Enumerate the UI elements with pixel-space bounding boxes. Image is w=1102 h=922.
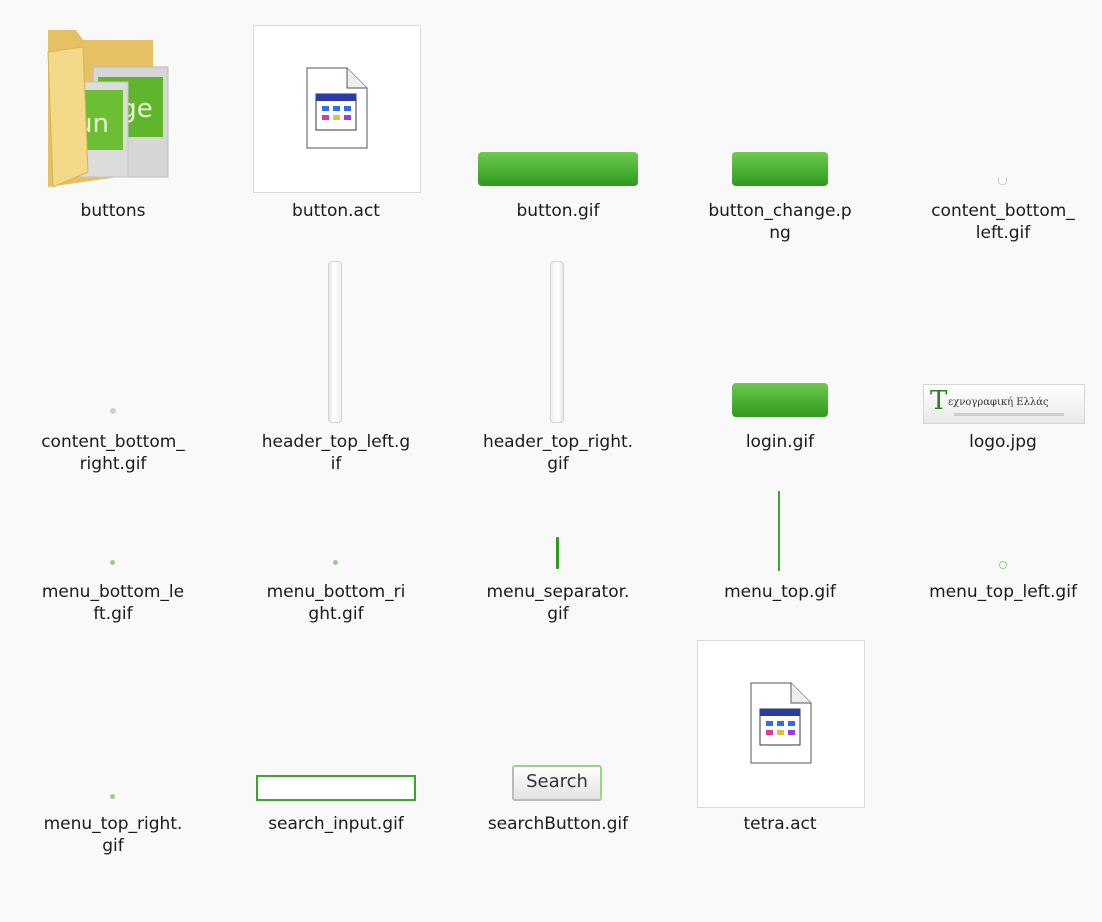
file-name-label: menu_bottom_ri ght.gif [256, 581, 416, 625]
file-name-line: button.gif [516, 201, 600, 221]
file-item-tetra-act[interactable]: tetra.act [680, 635, 880, 835]
search-input-thumbnail [256, 775, 416, 801]
generic-document-icon [306, 67, 368, 149]
file-item-menu-bottom-left[interactable]: menu_bottom_le ft.gif [13, 403, 213, 633]
green-line-thumbnail [556, 537, 559, 569]
corner-dot-thumbnail [333, 560, 338, 565]
file-item-search-button[interactable]: Search searchButton.gif [458, 635, 658, 835]
file-name-label: menu_top.gif [700, 581, 860, 603]
file-name-label: button_change.p ng [700, 200, 860, 244]
file-name-line: menu_bottom_le [41, 582, 185, 602]
file-name-line: buttons [80, 201, 146, 221]
green-button-thumbnail [732, 152, 828, 186]
file-name-line: menu_separator. [486, 582, 630, 602]
green-button-thumbnail [478, 152, 638, 186]
file-name-line: gif [547, 604, 569, 624]
file-item-buttons[interactable]: ige un buttons [13, 22, 213, 222]
file-name-line: ght.gif [308, 604, 364, 624]
file-name-line: menu_top.gif [724, 582, 836, 602]
file-name-label: search_input.gif [256, 813, 416, 835]
file-name-label: menu_top_left.gif [923, 581, 1083, 603]
folder-icon: ige un [13, 22, 213, 200]
file-item-menu-bottom-right[interactable]: menu_bottom_ri ght.gif [236, 403, 436, 633]
corner-dot-thumbnail [999, 561, 1007, 569]
file-item-button-change-png[interactable]: button_change.p ng [680, 22, 880, 252]
file-name-label: buttons [33, 200, 193, 222]
file-name-label: menu_separator. gif [478, 581, 638, 625]
file-name-line: left.gif [975, 223, 1031, 243]
file-item-menu-top-left[interactable]: menu_top_left.gif [903, 403, 1102, 633]
file-name-label: menu_bottom_le ft.gif [33, 581, 193, 625]
file-item-search-input[interactable]: search_input.gif [236, 635, 436, 835]
file-name-line: gif [102, 836, 124, 856]
file-name-line: content_bottom_ [931, 201, 1075, 221]
file-name-label: content_bottom_ left.gif [923, 200, 1083, 244]
generic-document-icon [750, 682, 812, 764]
file-item-menu-top-right[interactable]: menu_top_right. gif [13, 635, 213, 865]
file-name-label: menu_top_right. gif [33, 813, 193, 857]
file-name-label: button.act [256, 200, 416, 222]
file-item-menu-separator[interactable]: menu_separator. gif [458, 403, 658, 633]
search-button-thumbnail: Search [512, 765, 602, 801]
file-name-label: button.gif [478, 200, 638, 222]
search-button-text: Search [526, 771, 588, 792]
file-name-line: menu_bottom_ri [266, 582, 406, 602]
file-name-line: searchButton.gif [487, 814, 629, 834]
file-item-menu-top[interactable]: menu_top.gif [680, 403, 880, 633]
corner-dot-thumbnail [110, 560, 115, 565]
green-line-thumbnail [778, 491, 780, 571]
file-name-line: tetra.act [743, 814, 817, 834]
corner-dot-thumbnail [998, 177, 1007, 185]
vertical-bar-thumbnail [550, 261, 564, 423]
file-item-button-act[interactable]: button.act [236, 22, 436, 222]
file-item-button-gif[interactable]: button.gif [458, 22, 658, 222]
file-name-line: menu_top_left.gif [929, 582, 1077, 602]
file-name-label: searchButton.gif [478, 813, 638, 835]
file-name-line: ng [769, 223, 791, 243]
file-name-line: search_input.gif [268, 814, 404, 834]
thumbnail-frame [253, 25, 421, 193]
thumbnail-frame [697, 640, 865, 808]
file-name-line: button_change.p [708, 201, 852, 221]
file-name-line: menu_top_right. [43, 814, 183, 834]
file-item-content-bottom-left[interactable]: content_bottom_ left.gif [903, 22, 1102, 252]
file-name-line: ft.gif [93, 604, 133, 624]
file-name-line: button.act [292, 201, 380, 221]
file-name-label: tetra.act [700, 813, 860, 835]
corner-dot-thumbnail [110, 794, 115, 799]
vertical-bar-thumbnail [328, 261, 342, 423]
